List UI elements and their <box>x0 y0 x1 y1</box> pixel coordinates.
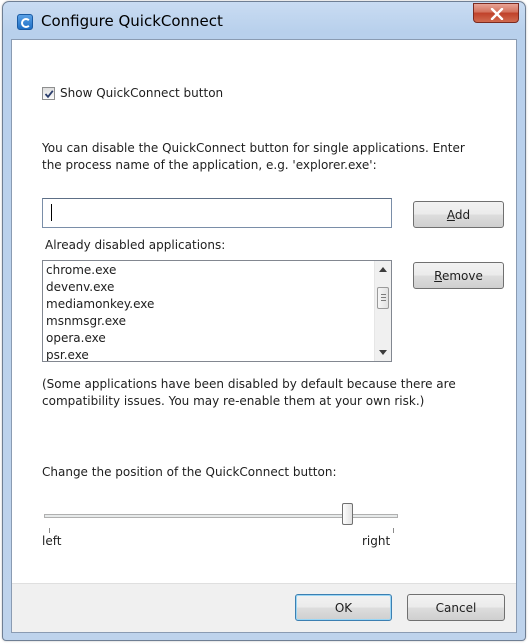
scroll-up-arrow-icon[interactable] <box>379 267 387 272</box>
list-item[interactable]: psr.exe <box>45 347 365 361</box>
title-bar[interactable]: Configure QuickConnect <box>3 2 525 40</box>
slider-left-label: left <box>42 534 62 548</box>
list-scrollbar[interactable] <box>374 261 391 361</box>
dialog-window: Configure QuickConnect Show QuickConnect… <box>2 1 526 641</box>
list-item[interactable]: mediamonkey.exe <box>45 296 365 313</box>
cancel-button[interactable]: Cancel <box>407 594 505 621</box>
add-button-label: dd <box>454 208 471 222</box>
quickconnect-app-icon <box>17 14 33 30</box>
position-slider-thumb[interactable] <box>342 503 353 525</box>
slider-tick-right <box>393 528 394 533</box>
note-line-2: compatibility issues. You may re-enable … <box>42 394 425 408</box>
cancel-button-label: Cancel <box>435 601 477 615</box>
show-quickconnect-label[interactable]: Show QuickConnect button <box>60 86 223 100</box>
ok-button-label: OK <box>334 601 353 615</box>
window-title: Configure QuickConnect <box>41 12 223 30</box>
description-line-1: You can disable the QuickConnect button … <box>42 141 465 155</box>
list-item[interactable]: chrome.exe <box>45 262 365 279</box>
remove-button-label: emove <box>441 269 483 283</box>
list-item[interactable]: opera.exe <box>45 330 365 347</box>
scroll-down-arrow-icon[interactable] <box>379 350 387 355</box>
dialog-footer: OK Cancel <box>12 583 516 632</box>
list-item[interactable]: devenv.exe <box>45 279 365 296</box>
position-label: Change the position of the QuickConnect … <box>42 465 337 479</box>
add-button-accel: A <box>446 208 455 222</box>
scroll-thumb[interactable] <box>377 287 389 309</box>
add-button[interactable]: Add <box>413 201 504 228</box>
ok-button[interactable]: OK <box>295 594 392 621</box>
close-button[interactable] <box>473 3 519 23</box>
checkmark-icon <box>44 90 54 99</box>
text-caret <box>51 204 52 221</box>
show-quickconnect-checkbox[interactable] <box>42 87 55 100</box>
process-name-input[interactable] <box>42 198 392 228</box>
close-icon <box>490 8 504 20</box>
dialog-content: Show QuickConnect button You can disable… <box>11 39 517 633</box>
disabled-apps-list[interactable]: chrome.exe devenv.exe mediamonkey.exe ms… <box>42 260 392 362</box>
description-line-2: the process name of the application, e.g… <box>42 158 377 172</box>
remove-button-accel: R <box>434 269 442 283</box>
slider-right-label: right <box>362 534 391 548</box>
slider-tick-left <box>49 528 50 533</box>
list-item[interactable]: msnmsgr.exe <box>45 313 365 330</box>
remove-button[interactable]: Remove <box>413 262 504 289</box>
note-line-1: (Some applications have been disabled by… <box>42 377 456 391</box>
disabled-apps-label: Already disabled applications: <box>45 238 226 252</box>
